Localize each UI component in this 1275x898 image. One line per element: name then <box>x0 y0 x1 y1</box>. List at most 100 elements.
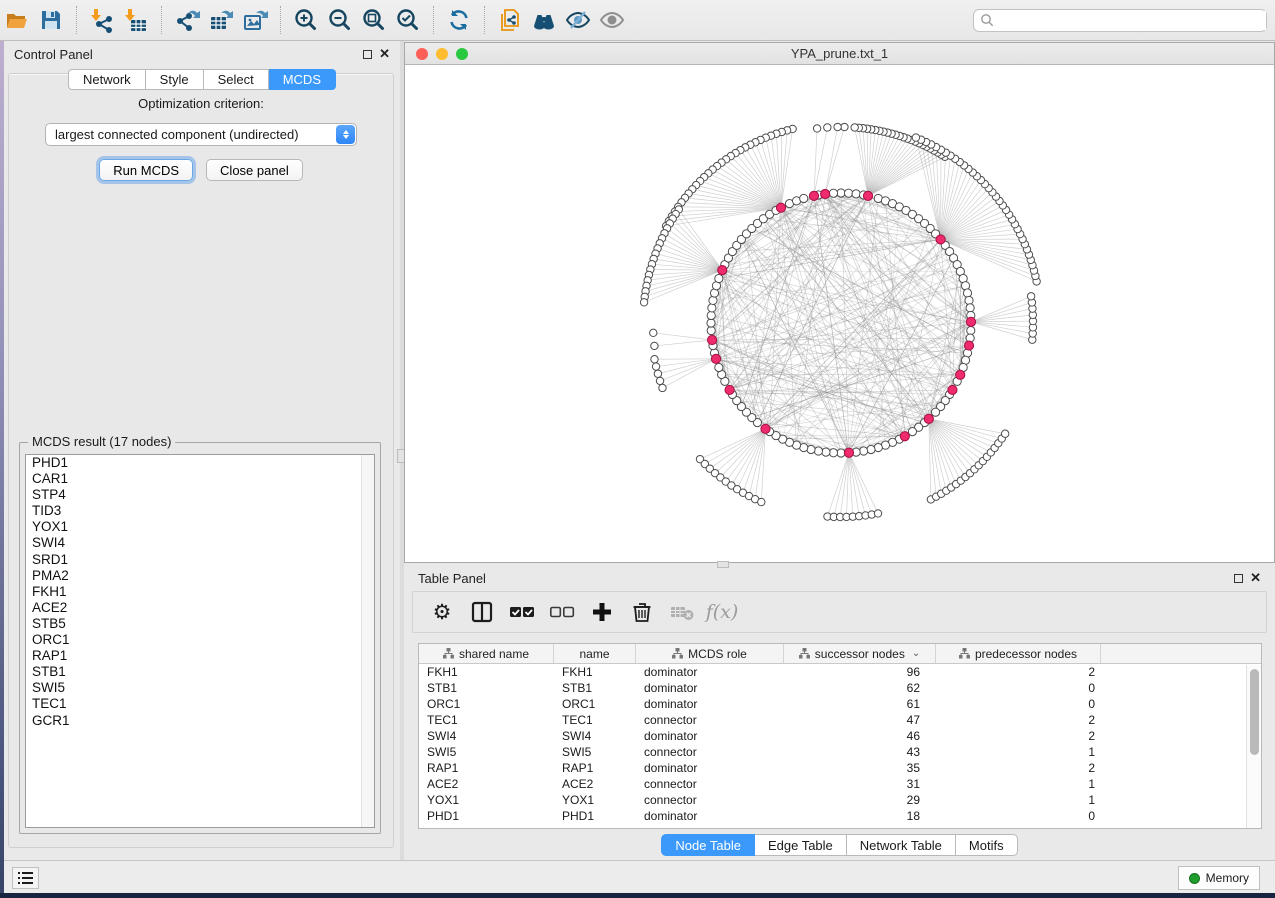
mcds-result-item[interactable]: CAR1 <box>26 471 374 487</box>
table-row[interactable]: PHD1PHD1dominator180 <box>419 808 1261 824</box>
network-node[interactable] <box>715 274 723 282</box>
mcds-hub-node[interactable] <box>964 341 973 350</box>
network-leaf-node[interactable] <box>824 124 831 131</box>
mcds-hub-node[interactable] <box>948 385 957 394</box>
column-header-MCDS-role[interactable]: MCDS role <box>636 644 784 663</box>
network-leaf-node[interactable] <box>651 356 658 363</box>
hide-selected-button[interactable] <box>561 4 595 36</box>
mcds-result-item[interactable]: TEC1 <box>26 696 374 712</box>
network-graph[interactable] <box>405 65 1274 562</box>
mcds-hub-node[interactable] <box>936 235 945 244</box>
zoom-selected-button[interactable] <box>391 4 425 36</box>
table-settings-icon[interactable]: ⚙ <box>429 599 455 625</box>
network-leaf-node[interactable] <box>834 123 841 130</box>
network-node[interactable] <box>707 326 715 334</box>
table-row[interactable]: STB1STB1dominator620 <box>419 680 1261 696</box>
network-node[interactable] <box>859 447 867 455</box>
mcds-result-item[interactable]: STP4 <box>26 487 374 503</box>
table-row[interactable]: TEC1TEC1connector472 <box>419 712 1261 728</box>
network-node[interactable] <box>931 408 939 416</box>
export-image-button[interactable] <box>238 4 272 36</box>
mcds-result-item[interactable]: ACE2 <box>26 600 374 616</box>
table-scrollbar-thumb[interactable] <box>1250 669 1259 755</box>
network-leaf-node[interactable] <box>874 510 881 517</box>
mcds-result-item[interactable]: TID3 <box>26 503 374 519</box>
mcds-hub-node[interactable] <box>821 189 830 198</box>
network-node[interactable] <box>837 189 845 197</box>
mcds-hub-node[interactable] <box>966 317 975 326</box>
save-session-button[interactable] <box>34 4 68 36</box>
fit-content-button[interactable] <box>357 4 391 36</box>
column-header-name[interactable]: name <box>554 644 636 663</box>
network-leaf-node[interactable] <box>1027 293 1034 300</box>
mcds-result-item[interactable]: STB1 <box>26 664 374 680</box>
mcds-result-item[interactable]: ORC1 <box>26 632 374 648</box>
network-leaf-node[interactable] <box>650 329 657 336</box>
select-all-rows-icon[interactable] <box>509 599 535 625</box>
table-row[interactable]: SWI4SWI4dominator462 <box>419 728 1261 744</box>
tab-node-table[interactable]: Node Table <box>661 834 755 856</box>
mcds-result-item[interactable]: YOX1 <box>26 519 374 535</box>
network-node[interactable] <box>707 311 715 319</box>
mcds-hub-node[interactable] <box>711 354 720 363</box>
network-node[interactable] <box>800 194 808 202</box>
clone-network-button[interactable] <box>493 4 527 36</box>
network-node[interactable] <box>709 296 717 304</box>
network-window-titlebar[interactable]: YPA_prune.txt_1 <box>405 43 1274 65</box>
close-table-panel-icon[interactable]: ✕ <box>1250 573 1261 583</box>
zoom-out-button[interactable] <box>323 4 357 36</box>
unselect-all-rows-icon[interactable] <box>549 599 575 625</box>
network-leaf-node[interactable] <box>640 299 647 306</box>
close-panel-icon[interactable]: ✕ <box>379 49 390 59</box>
table-row[interactable]: SWI5SWI5connector431 <box>419 744 1261 760</box>
network-leaf-node[interactable] <box>659 384 666 391</box>
network-node[interactable] <box>844 189 852 197</box>
mcds-result-item[interactable]: GCR1 <box>26 713 374 729</box>
network-node[interactable] <box>966 304 974 312</box>
result-list-scrollbar[interactable] <box>361 455 374 827</box>
tab-motifs[interactable]: Motifs <box>956 834 1018 856</box>
mcds-result-item[interactable]: STB5 <box>26 616 374 632</box>
mcds-hub-node[interactable] <box>863 191 872 200</box>
import-network-button[interactable] <box>85 4 119 36</box>
network-node[interactable] <box>963 289 971 297</box>
close-panel-button[interactable]: Close panel <box>206 159 303 181</box>
tab-style[interactable]: Style <box>146 69 204 90</box>
mcds-result-item[interactable]: SWI5 <box>26 680 374 696</box>
mcds-hub-node[interactable] <box>924 414 933 423</box>
export-network-button[interactable] <box>170 4 204 36</box>
network-leaf-node[interactable] <box>758 498 765 505</box>
mcds-hub-node[interactable] <box>844 448 853 457</box>
zoom-in-button[interactable] <box>289 4 323 36</box>
open-file-button[interactable] <box>0 4 34 36</box>
float-panel-icon[interactable] <box>363 50 372 59</box>
tab-network-table[interactable]: Network Table <box>847 834 956 856</box>
mcds-hub-node[interactable] <box>809 191 818 200</box>
network-node[interactable] <box>715 363 723 371</box>
add-row-icon[interactable] <box>589 599 615 625</box>
task-history-button[interactable] <box>12 867 39 889</box>
mcds-hub-node[interactable] <box>900 432 909 441</box>
column-header-successor-nodes[interactable]: successor nodes⌄ <box>784 644 936 663</box>
export-table-button[interactable] <box>204 4 238 36</box>
tab-mcds[interactable]: MCDS <box>269 69 336 90</box>
horizontal-splitter-handle[interactable] <box>717 561 729 568</box>
mcds-hub-node[interactable] <box>725 385 734 394</box>
mcds-result-item[interactable]: PMA2 <box>26 568 374 584</box>
network-node[interactable] <box>708 304 716 312</box>
mcds-result-list[interactable]: PHD1CAR1STP4TID3YOX1SWI4SRD1PMA2FKH1ACE2… <box>25 454 375 828</box>
mcds-result-item[interactable]: RAP1 <box>26 648 374 664</box>
apply-layout-button[interactable] <box>442 4 476 36</box>
network-node[interactable] <box>965 296 973 304</box>
table-row[interactable]: FKH1FKH1dominator962 <box>419 664 1261 680</box>
network-node[interactable] <box>852 190 860 198</box>
network-node[interactable] <box>829 449 837 457</box>
mcds-result-item[interactable]: SWI4 <box>26 535 374 551</box>
network-node[interactable] <box>829 189 837 197</box>
network-leaf-node[interactable] <box>1001 430 1008 437</box>
show-all-button[interactable] <box>595 4 629 36</box>
mcds-hub-node[interactable] <box>708 335 717 344</box>
network-leaf-node[interactable] <box>651 342 658 349</box>
network-node[interactable] <box>967 326 975 334</box>
search-input[interactable] <box>995 11 1266 30</box>
